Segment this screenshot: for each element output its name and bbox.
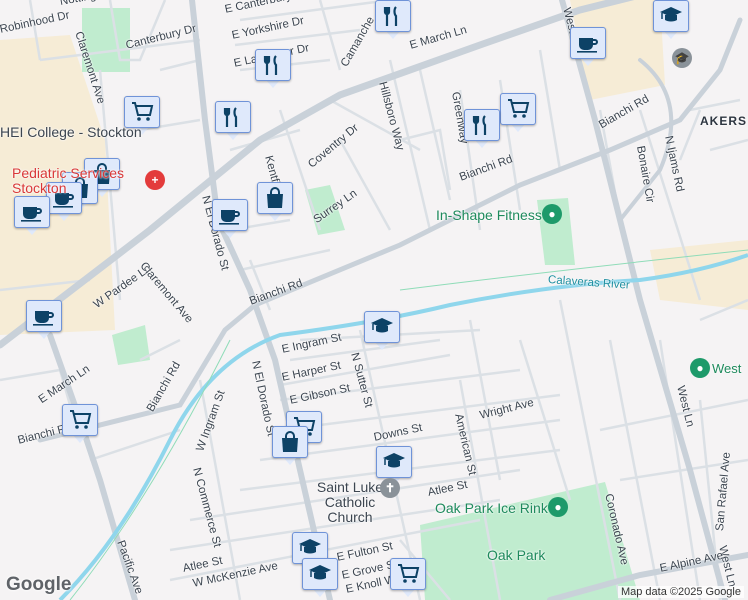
map-attribution[interactable]: Map data ©2025 Google bbox=[617, 586, 744, 598]
school-icon bbox=[299, 539, 321, 554]
google-logo: Google bbox=[6, 574, 72, 595]
label-akers: AKERS bbox=[700, 114, 748, 128]
label-west: West bbox=[712, 361, 742, 376]
poi-marker[interactable] bbox=[212, 199, 248, 239]
label-oak-park: Oak Park bbox=[487, 547, 546, 563]
poi-marker[interactable] bbox=[375, 0, 411, 40]
poi-marker[interactable] bbox=[272, 426, 308, 466]
poi-marker[interactable] bbox=[14, 196, 50, 236]
label-icerink: Oak Park Ice Rink bbox=[435, 500, 548, 516]
fitness-pin-icon[interactable]: ● bbox=[542, 204, 562, 224]
coffee-icon bbox=[577, 38, 598, 53]
shopping-cart-icon bbox=[398, 564, 420, 583]
poi-marker[interactable] bbox=[390, 558, 426, 598]
poi-marker[interactable] bbox=[464, 109, 500, 149]
label-inshape: In-Shape Fitness bbox=[436, 207, 542, 223]
coffee-icon bbox=[21, 207, 42, 222]
poi-marker[interactable] bbox=[302, 558, 338, 598]
poi-marker[interactable] bbox=[215, 101, 251, 141]
school-icon bbox=[371, 318, 393, 333]
west-pin-icon[interactable]: ● bbox=[690, 358, 710, 378]
restaurant-icon bbox=[223, 107, 238, 127]
poi-marker[interactable] bbox=[500, 93, 536, 133]
school-icon bbox=[309, 565, 331, 580]
ice-rink-pin-icon[interactable]: ● bbox=[548, 497, 568, 517]
shopping-cart-icon bbox=[132, 102, 154, 121]
poi-marker[interactable] bbox=[570, 27, 606, 67]
poi-marker[interactable] bbox=[653, 0, 689, 40]
restaurant-icon bbox=[383, 6, 398, 26]
coffee-icon bbox=[219, 210, 240, 225]
label-pediatrics: Pediatric Services Stockton bbox=[12, 165, 125, 196]
shopping-bag-icon bbox=[267, 187, 283, 208]
coffee-icon bbox=[33, 311, 54, 326]
shopping-bag-icon bbox=[282, 431, 298, 452]
shopping-cart-icon bbox=[508, 99, 530, 118]
shopping-cart-icon bbox=[70, 410, 92, 429]
school-pin-icon[interactable]: 🎓 bbox=[672, 48, 692, 68]
restaurant-icon bbox=[472, 115, 487, 135]
poi-marker[interactable] bbox=[26, 300, 62, 340]
poi-marker[interactable] bbox=[255, 49, 291, 89]
school-icon bbox=[660, 7, 682, 22]
school-icon bbox=[383, 453, 405, 468]
poi-marker[interactable] bbox=[62, 404, 98, 444]
church-icon[interactable]: ✝ bbox=[380, 478, 400, 498]
hospital-icon[interactable]: + bbox=[145, 170, 165, 190]
poi-marker[interactable] bbox=[364, 311, 400, 351]
label-college: HEI College - Stockton bbox=[0, 124, 142, 140]
poi-marker[interactable] bbox=[257, 182, 293, 222]
restaurant-icon bbox=[263, 55, 278, 75]
